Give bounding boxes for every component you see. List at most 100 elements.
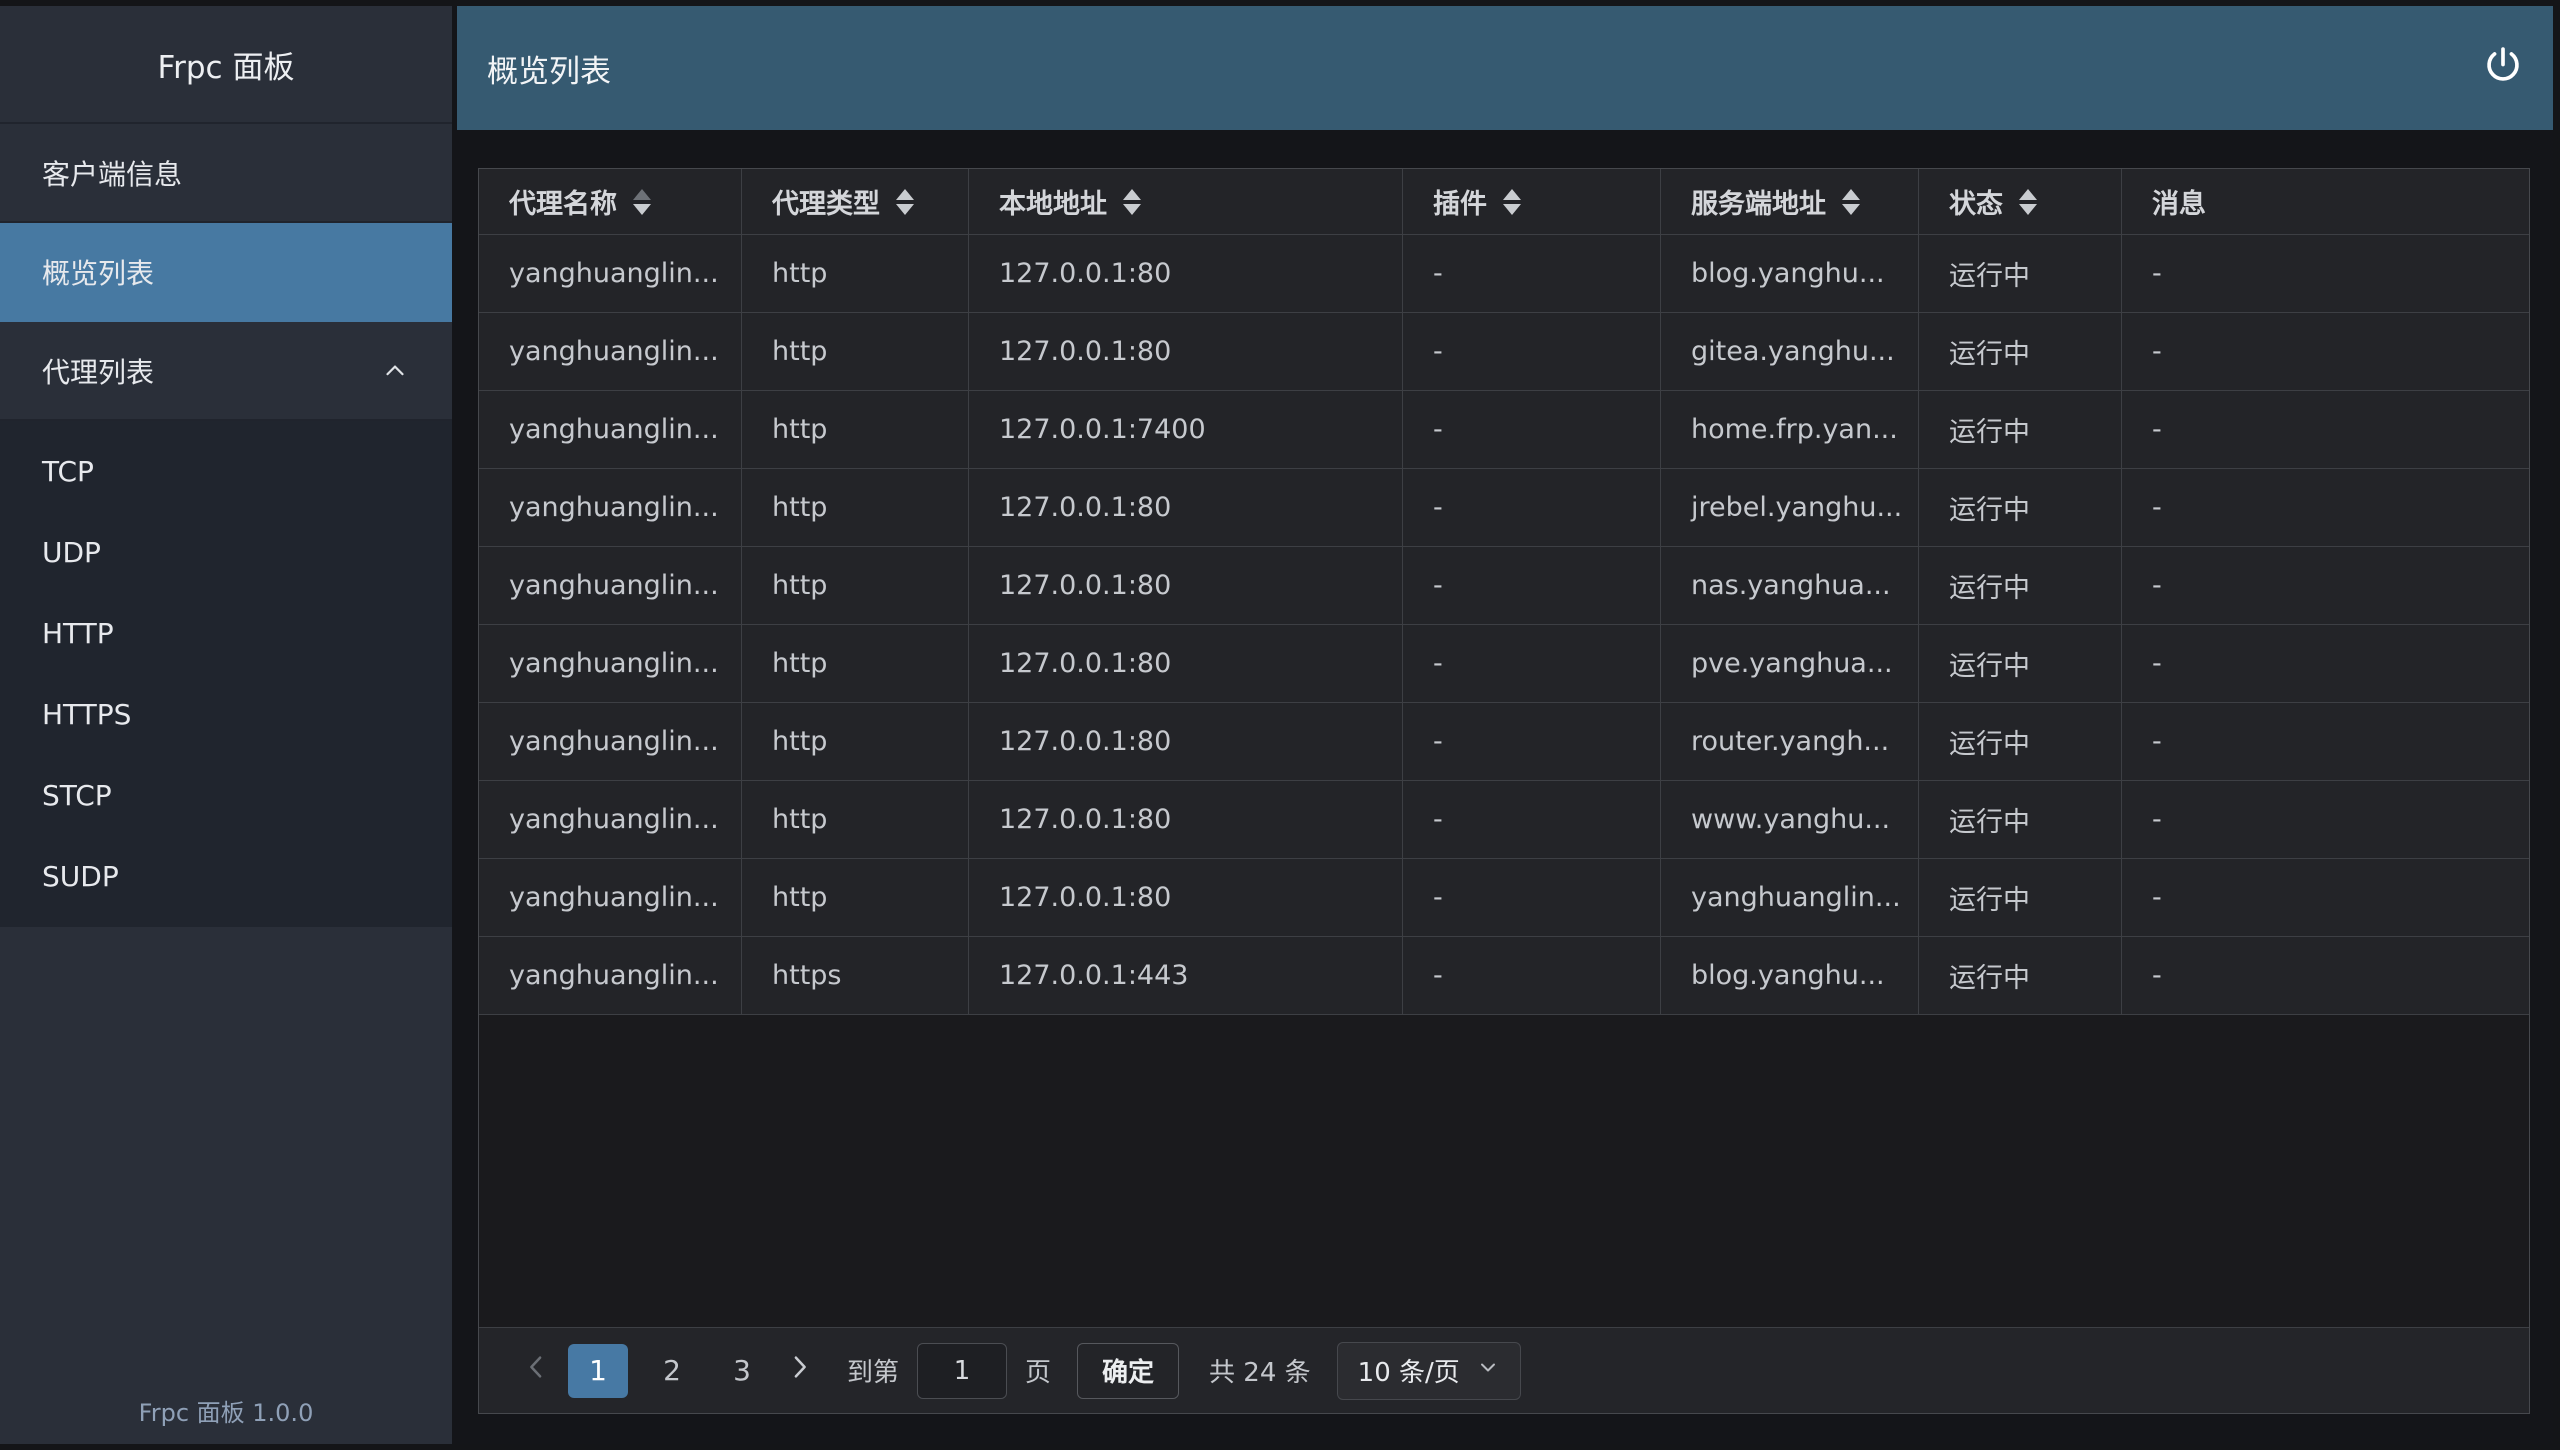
- table-cell: -: [2122, 313, 2529, 391]
- sidebar-subitem-stcp[interactable]: STCP: [0, 755, 452, 836]
- table-row: yanghuanglin...http127.0.0.1:80-yanghuan…: [479, 859, 2529, 937]
- page-button-3[interactable]: 3: [716, 1344, 768, 1398]
- chevron-right-icon: [784, 1352, 814, 1389]
- table-cell: 运行中: [1919, 313, 2122, 391]
- main-panel: 代理名称代理类型本地地址插件服务端地址状态消息 yanghuanglin...h…: [452, 130, 2553, 1444]
- table-cell: -: [2122, 235, 2529, 313]
- table-row: yanghuanglin...http127.0.0.1:80-gitea.ya…: [479, 313, 2529, 391]
- table-cell: -: [1403, 469, 1661, 547]
- table-cell: -: [1403, 937, 1661, 1015]
- sort-icon[interactable]: [1842, 189, 1860, 215]
- page-size-select[interactable]: 10 条/页: [1337, 1342, 1521, 1400]
- table-cell: 运行中: [1919, 859, 2122, 937]
- table-cell: yanghuanglin...: [479, 937, 742, 1015]
- table-cell: -: [1403, 781, 1661, 859]
- table-cell: 127.0.0.1:80: [969, 781, 1403, 859]
- table-cell: -: [1403, 313, 1661, 391]
- table-row: yanghuanglin...https127.0.0.1:443-blog.y…: [479, 937, 2529, 1015]
- column-label: 本地地址: [999, 182, 1107, 221]
- goto-page-label: 到第: [847, 1352, 899, 1389]
- sort-icon[interactable]: [1503, 189, 1521, 215]
- table-cell: https: [742, 937, 969, 1015]
- table-cell: yanghuanglin...: [479, 469, 742, 547]
- column-header[interactable]: 代理名称: [479, 169, 742, 235]
- column-label: 代理类型: [772, 182, 880, 221]
- sidebar-item-proxy-list[interactable]: 代理列表: [0, 322, 452, 421]
- table-cell: yanghuanglin...: [479, 625, 742, 703]
- sidebar-item-overview[interactable]: 概览列表: [0, 223, 452, 322]
- power-icon: [2481, 44, 2525, 92]
- table-header-row: 代理名称代理类型 本地地址 插件 服务端地址 状态 消息: [479, 169, 2529, 235]
- table-cell: 127.0.0.1:80: [969, 547, 1403, 625]
- table-cell: -: [2122, 937, 2529, 1015]
- table-cell: yanghuanglin...: [479, 391, 742, 469]
- confirm-button[interactable]: 确定: [1077, 1343, 1179, 1399]
- page-button-1[interactable]: 1: [568, 1344, 628, 1398]
- column-header: 消息: [2122, 169, 2529, 235]
- table-cell: http: [742, 781, 969, 859]
- table-cell: -: [2122, 703, 2529, 781]
- column-header[interactable]: 本地地址: [969, 169, 1403, 235]
- table-row: yanghuanglin...http127.0.0.1:80-www.yang…: [479, 781, 2529, 859]
- table-cell: http: [742, 391, 969, 469]
- table-cell: http: [742, 469, 969, 547]
- sidebar-submenu: TCPUDPHTTPHTTPSSTCPSUDP: [0, 421, 452, 927]
- power-button[interactable]: [2475, 40, 2531, 96]
- sort-icon[interactable]: [633, 189, 651, 215]
- table-cell: jrebel.yanghu...: [1661, 469, 1919, 547]
- table-cell: -: [1403, 391, 1661, 469]
- page-number-list: 123: [559, 1344, 777, 1398]
- table-cell: 127.0.0.1:80: [969, 469, 1403, 547]
- table-row: yanghuanglin...http127.0.0.1:80-blog.yan…: [479, 235, 2529, 313]
- column-label: 服务端地址: [1691, 182, 1826, 221]
- sidebar-subitem-http[interactable]: HTTP: [0, 593, 452, 674]
- table-cell: blog.yanghu...: [1661, 235, 1919, 313]
- table-cell: -: [2122, 859, 2529, 937]
- table-cell: http: [742, 235, 969, 313]
- page-button-2[interactable]: 2: [646, 1344, 698, 1398]
- chevron-left-icon: [522, 1352, 552, 1389]
- table-row: yanghuanglin...http127.0.0.1:80-router.y…: [479, 703, 2529, 781]
- table-cell: 运行中: [1919, 625, 2122, 703]
- sidebar-item-client-info[interactable]: 客户端信息: [0, 124, 452, 223]
- sort-icon[interactable]: [896, 189, 914, 215]
- sidebar-subitem-sudp[interactable]: SUDP: [0, 836, 452, 917]
- sort-icon[interactable]: [1123, 189, 1141, 215]
- column-header[interactable]: 状态: [1919, 169, 2122, 235]
- chevron-down-icon: [1476, 1355, 1500, 1386]
- prev-page-button[interactable]: [515, 1344, 559, 1398]
- table-cell: http: [742, 313, 969, 391]
- table-card: 代理名称代理类型本地地址插件服务端地址状态消息 yanghuanglin...h…: [478, 168, 2530, 1414]
- table-cell: http: [742, 703, 969, 781]
- column-label: 插件: [1433, 182, 1487, 221]
- table-cell: 运行中: [1919, 469, 2122, 547]
- table-cell: 运行中: [1919, 703, 2122, 781]
- table-cell: 127.0.0.1:80: [969, 859, 1403, 937]
- column-header[interactable]: 插件: [1403, 169, 1661, 235]
- column-label: 状态: [1949, 182, 2003, 221]
- column-label: 消息: [2152, 182, 2206, 221]
- sidebar-subitem-udp[interactable]: UDP: [0, 512, 452, 593]
- overview-table: 代理名称代理类型本地地址插件服务端地址状态消息 yanghuanglin...h…: [479, 169, 2529, 1015]
- app-frame: Frpc 面板 客户端信息 概览列表 代理列表 TCPUDPHTTPHTTPSS…: [0, 6, 2553, 1444]
- table-cell: yanghuanglin...: [479, 703, 742, 781]
- table-row: yanghuanglin...http127.0.0.1:80-nas.yang…: [479, 547, 2529, 625]
- table-cell: 127.0.0.1:7400: [969, 391, 1403, 469]
- column-header[interactable]: 代理类型: [742, 169, 969, 235]
- table-row: yanghuanglin...http127.0.0.1:80-jrebel.y…: [479, 469, 2529, 547]
- table-cell: gitea.yanghu...: [1661, 313, 1919, 391]
- top-header-bar: 概览列表: [457, 6, 2553, 130]
- table-cell: nas.yanghua...: [1661, 547, 1919, 625]
- table-cell: -: [2122, 391, 2529, 469]
- goto-page-input[interactable]: [917, 1343, 1007, 1399]
- table-cell: yanghuanglin...: [479, 235, 742, 313]
- table-cell: 127.0.0.1:80: [969, 625, 1403, 703]
- next-page-button[interactable]: [777, 1344, 821, 1398]
- sort-icon[interactable]: [2019, 189, 2037, 215]
- table-cell: http: [742, 547, 969, 625]
- app-title: Frpc 面板: [0, 6, 452, 124]
- sidebar-subitem-https[interactable]: HTTPS: [0, 674, 452, 755]
- sidebar-subitem-tcp[interactable]: TCP: [0, 431, 452, 512]
- table-cell: -: [2122, 625, 2529, 703]
- column-header[interactable]: 服务端地址: [1661, 169, 1919, 235]
